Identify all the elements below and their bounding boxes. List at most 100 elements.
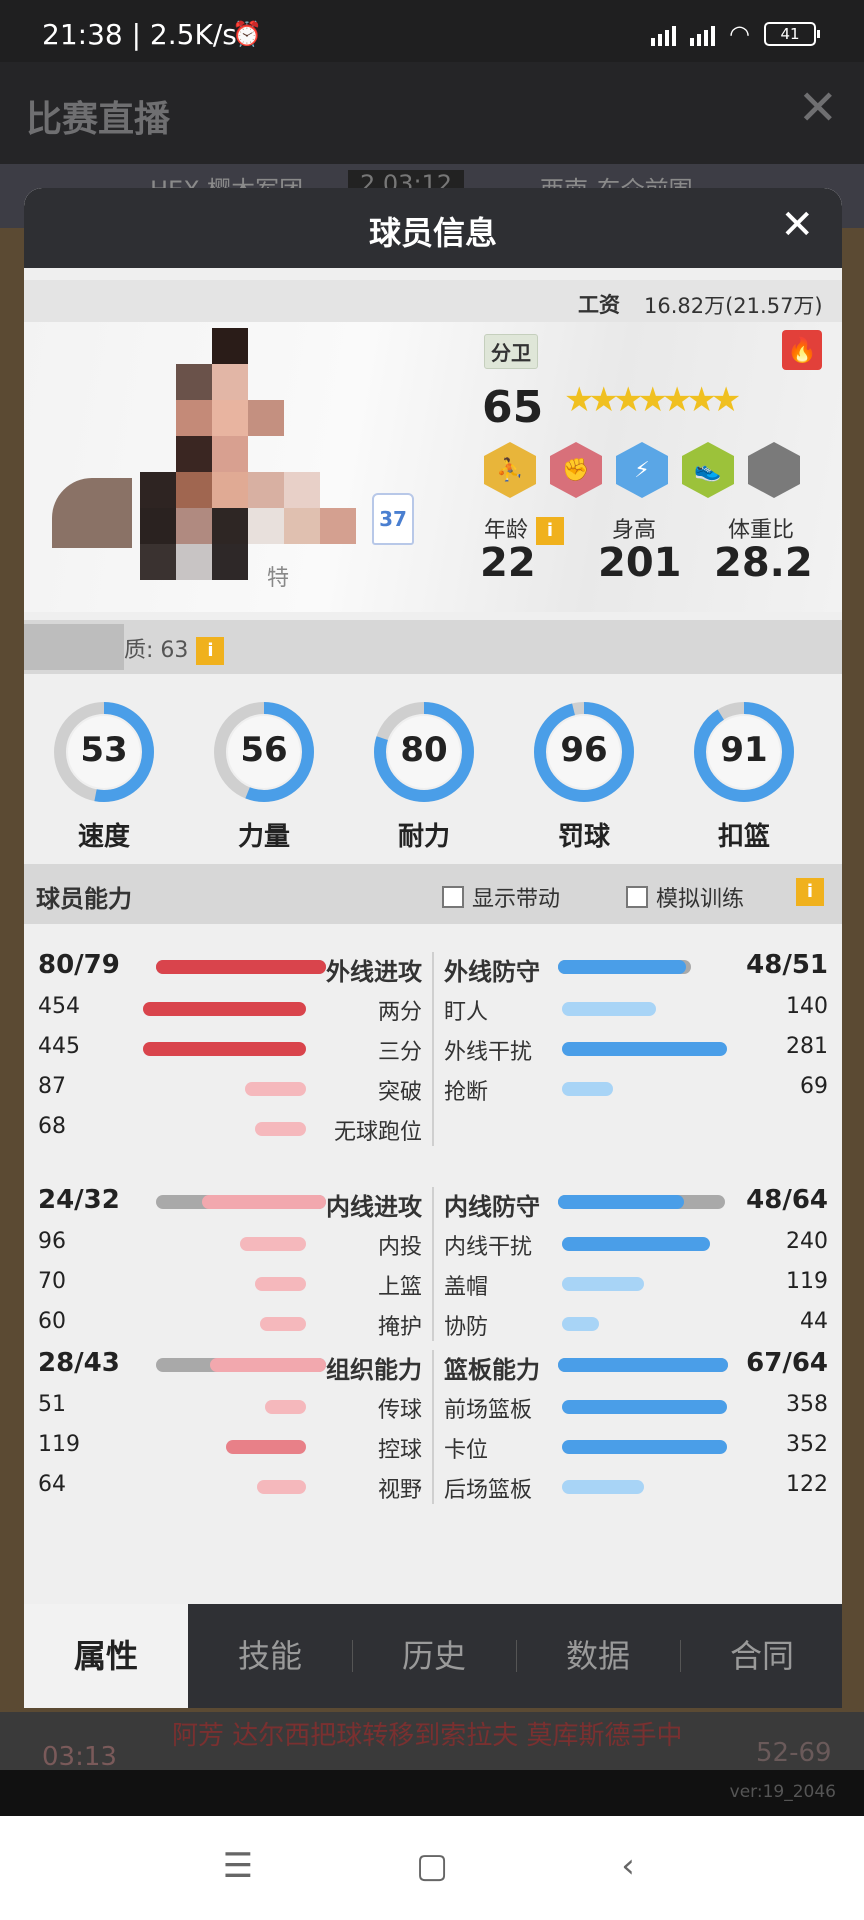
left-stat-bar [256,1480,306,1494]
player-profile: 37 特 分卫 🔥 65 ★★★★★★★ ⛹ ✊ ⚡ 👟 年龄 i 身高 体重比 … [24,322,842,612]
badge-shoe-icon[interactable]: 👟 [682,442,734,498]
checkbox-train-label: 模拟训练 [656,887,745,912]
right-stat-value: 352 [786,1432,828,1457]
portrait-pixel [284,472,320,508]
right-stat-bar [562,1440,727,1454]
left-group-bar-fill [156,960,326,974]
left-group-bar-fill [210,1358,326,1372]
left-stat-name: 两分 [377,1000,422,1025]
left-stat-value: 70 [38,1269,66,1294]
gauge-label: 速度 [77,822,130,852]
right-stat-name: 前场篮板 [444,1398,533,1423]
right-group-bar-fill [558,960,686,974]
jersey-number: 37 [372,493,414,545]
star-rating: ★★★★★★★ [564,380,741,420]
page-title: 比赛直播 [26,99,171,140]
right-stat-name: 后场篮板 [444,1478,533,1503]
fire-icon[interactable]: 🔥 [782,330,822,370]
gauge-value: 96 [560,730,608,770]
tab-4[interactable]: 合同 [680,1604,842,1708]
height-value: 201 [598,540,682,586]
right-stat-value: 281 [786,1034,828,1059]
portrait-pixel [212,364,248,400]
gauge-value: 53 [80,730,128,770]
live-header: 比赛直播 ✕ [0,62,864,164]
portrait-pixel [284,508,320,544]
right-stat-name: 卡位 [444,1438,489,1463]
right-stat-value: 358 [786,1392,828,1417]
gauge-list: 53 速度 56 力量 80 耐力 96 罚球 91 扣篮 [24,700,842,853]
left-stat-bar [142,1002,306,1016]
tab-2[interactable]: 历史 [352,1604,516,1708]
info-icon[interactable]: i [536,517,565,545]
checkbox-train[interactable]: 模拟训练 [626,881,744,913]
close-icon[interactable]: ✕ [798,80,838,136]
portrait-pixel [212,328,248,364]
right-stat-bar [562,1002,656,1016]
left-stat-value: 87 [38,1074,66,1099]
back-icon[interactable]: ‹ [608,1846,648,1886]
portrait-pixel [212,400,248,436]
status-bar: 21:38 | 2.5K/s ⏰ ◠ 41 [0,0,864,62]
badge-shield-icon[interactable]: ⚡ [616,442,668,498]
portrait-pixel [140,508,176,544]
checkbox-box[interactable] [442,886,464,908]
salary-value: 16.82万(21.57万) [644,294,823,318]
right-stat-bar [562,1480,644,1494]
bmi-value: 28.2 [714,540,813,586]
portrait-pixel [176,364,212,400]
portrait-pixel [248,472,284,508]
stat-row: 96 内投 内线干扰 240 [24,1223,842,1263]
tab-1[interactable]: 技能 [188,1604,352,1708]
right-group-name: 外线防守 [444,958,540,986]
ability-stats: 80/79 外线进攻 外线防守 48/51 454 两分 盯人 140 445 三分 外线干扰 281… [24,924,842,1524]
left-stat-bar [265,1400,306,1414]
left-stat-name: 传球 [377,1398,422,1423]
checkbox-dribble[interactable]: 显示带动 [442,881,560,913]
right-stat-bar [562,1237,710,1251]
ability-header: 球员能力 显示带动 模拟训练 i [24,864,842,924]
badge-list: ⛹ ✊ ⚡ 👟 [484,442,800,498]
right-group-bar-fill [558,1195,684,1209]
info-icon[interactable]: i [196,637,225,665]
left-stat-name: 三分 [377,1040,422,1065]
tab-3[interactable]: 数据 [516,1604,680,1708]
ability-title: 球员能力 [36,885,132,913]
potential-value: 质: 63 [124,638,189,663]
gauge-4: 91 扣篮 [692,700,796,853]
portrait-pixel [212,472,248,508]
home-icon[interactable]: ▢ [412,1846,452,1886]
close-icon[interactable]: ✕ [780,202,814,248]
info-icon[interactable]: i [796,878,824,906]
tab-separator [352,1640,353,1672]
right-stat-value: 122 [786,1472,828,1497]
portrait-pixel [212,544,248,580]
gauge-value: 56 [240,730,288,770]
tab-separator [680,1640,681,1672]
right-group-total: 67/64 [746,1348,828,1378]
gauge-label: 力量 [237,822,290,852]
right-group-name: 内线防守 [444,1193,540,1221]
menu-icon[interactable]: ☰ [218,1846,258,1886]
signal-icon-2 [690,22,716,46]
right-stat-name: 盖帽 [444,1275,489,1300]
badge-scorer-icon[interactable]: ⛹ [484,442,536,498]
position-badge: 分卫 [484,334,538,369]
tab-0[interactable]: 属性 [24,1604,188,1708]
right-stat-bar [562,1317,600,1331]
left-stat-bar [260,1317,306,1331]
left-group-name: 外线进攻 [326,958,422,986]
badge-fist-icon[interactable]: ✊ [550,442,602,498]
stat-row: 87 突破 抢断 69 [24,1068,842,1108]
badge-locked-icon[interactable] [748,442,800,498]
gauge-label: 耐力 [397,822,450,852]
gauge-2: 80 耐力 [372,700,476,853]
portrait-pixel [176,544,212,580]
left-stat-bar [255,1277,306,1291]
left-stat-name: 视野 [377,1478,422,1503]
left-group-total: 24/32 [38,1185,120,1215]
blurred-area [24,624,124,670]
checkbox-box[interactable] [626,886,648,908]
stat-row: 51 传球 前场篮板 358 [24,1386,842,1426]
dialog-header: 球员信息 ✕ [24,188,842,268]
